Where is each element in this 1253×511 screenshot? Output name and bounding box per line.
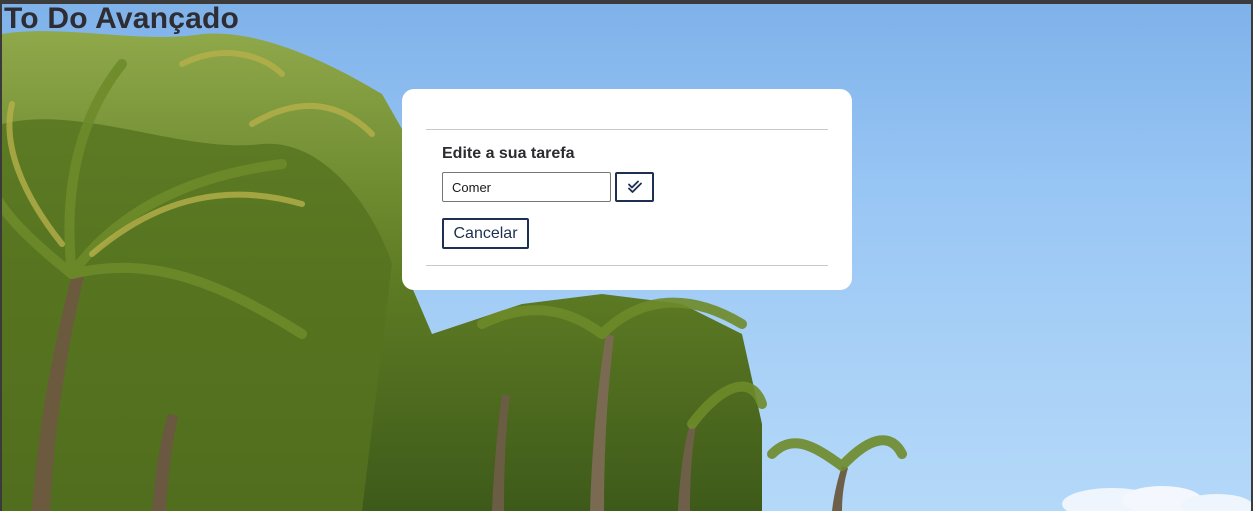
confirm-edit-button[interactable] xyxy=(615,172,654,202)
cancel-button[interactable]: Cancelar xyxy=(442,218,529,249)
modal-bottom-divider xyxy=(426,265,828,266)
task-edit-input[interactable] xyxy=(442,172,611,202)
modal-top-divider xyxy=(426,129,828,130)
app-title: To Do Avançado xyxy=(4,2,240,35)
modal-heading: Edite a sua tarefa xyxy=(442,145,575,162)
double-check-icon xyxy=(627,179,643,195)
edit-task-modal: Edite a sua tarefa Cancelar xyxy=(402,89,852,290)
